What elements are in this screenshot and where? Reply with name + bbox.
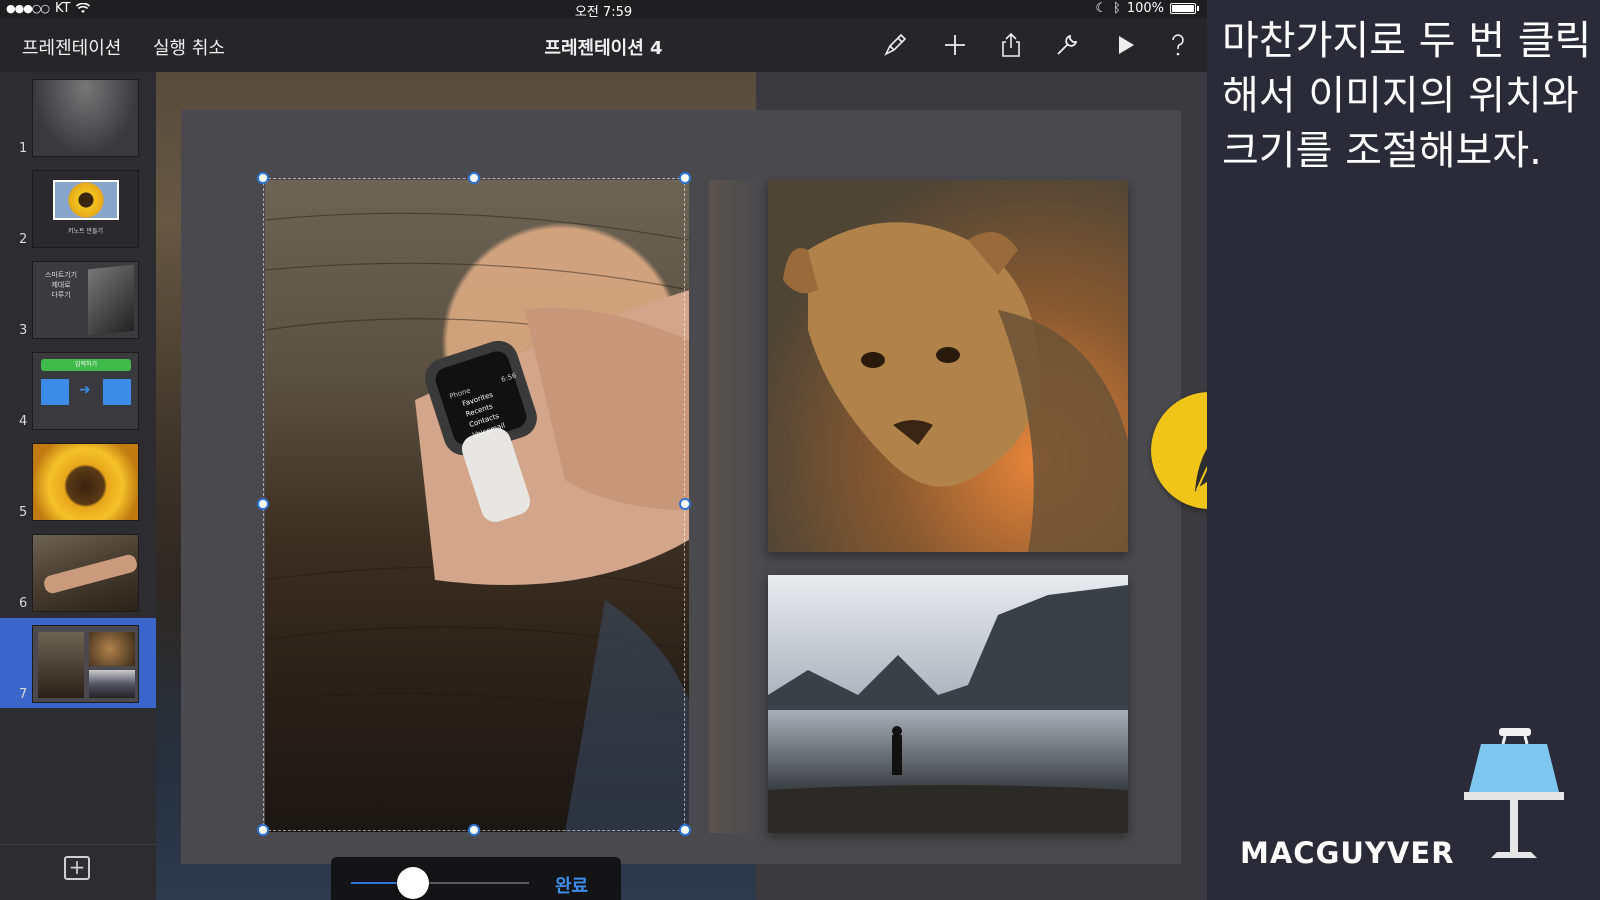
thumb-box-left — [41, 379, 69, 405]
slide-thumbnail-7[interactable]: 7 — [0, 618, 156, 708]
slide-thumbnail-6[interactable]: 6 — [0, 527, 156, 617]
resize-handle-bottom-right[interactable] — [679, 824, 691, 836]
arrow-icon: ➜ — [79, 382, 91, 398]
thumb-image — [32, 79, 139, 157]
slide-thumbnail-4[interactable]: 입력하기 ➜ 4 — [0, 345, 156, 435]
format-brush-icon[interactable] — [880, 30, 910, 60]
presentations-button[interactable]: 프레젠테이션 — [22, 34, 121, 60]
slider-track — [413, 882, 529, 884]
divider — [0, 844, 156, 845]
slide-number: 2 — [19, 232, 28, 247]
slide-number: 7 — [19, 687, 28, 702]
thumb-caption: 입력하기 — [41, 359, 131, 371]
slide-number: 5 — [19, 505, 28, 520]
brand-name: MACGUYVER — [1240, 836, 1455, 870]
undo-button[interactable]: 실행 취소 — [153, 34, 225, 60]
done-button[interactable]: 완료 — [555, 872, 588, 898]
toolbar: 프레젠테이션 실행 취소 프레젠테이션 4 — [0, 18, 1207, 72]
image-ghost-edge — [709, 180, 769, 833]
share-icon[interactable] — [996, 30, 1026, 60]
lion-image — [768, 180, 1128, 552]
slide-thumbnail-5[interactable]: 5 — [0, 436, 156, 526]
thumb-caption: 스마트기기 제대로 다루기 — [44, 271, 78, 299]
slide-thumbnail-2[interactable]: 키노트 만들기 2 — [0, 163, 156, 253]
sunflower-thumb — [32, 443, 139, 521]
battery-percent: 100% — [1126, 1, 1164, 16]
sunflower-image — [53, 180, 119, 220]
thumb-caption: 키노트 만들기 — [67, 228, 104, 235]
slide-number: 6 — [19, 596, 28, 611]
add-slide-button[interactable]: + — [64, 856, 90, 880]
slide[interactable]: Phone 6:56 Favorites Recents Contacts Voi… — [181, 110, 1181, 900]
tutorial-panel: 마찬가지로 두 번 클릭해서 이미지의 위치와 크기를 조절해보자. MACGU… — [1207, 0, 1600, 900]
arm-shape — [42, 553, 138, 595]
resize-handle-right[interactable] — [679, 498, 691, 510]
watch-thumb — [32, 534, 139, 612]
slide-thumbnail-1[interactable]: 1 — [0, 72, 156, 162]
bluetooth-icon: ᛒ — [1113, 1, 1121, 16]
collage-thumb — [32, 625, 139, 703]
help-icon[interactable] — [1163, 30, 1193, 60]
tutorial-caption: 마찬가지로 두 번 클릭해서 이미지의 위치와 크기를 조절해보자. — [1222, 18, 1592, 174]
tablet-image — [88, 264, 134, 336]
resize-handle-top-left[interactable] — [257, 172, 269, 184]
resize-handle-bottom[interactable] — [468, 824, 480, 836]
slide-number: 4 — [19, 414, 28, 429]
moon-icon: ☾ — [1095, 1, 1108, 16]
lake-photo[interactable] — [768, 575, 1128, 833]
resize-handle-left[interactable] — [257, 498, 269, 510]
play-icon[interactable] — [1110, 30, 1140, 60]
wrench-icon[interactable] — [1052, 30, 1082, 60]
slide-thumbnail-3[interactable]: 스마트기기 제대로 다루기 3 — [0, 254, 156, 344]
slide-canvas[interactable]: Phone 6:56 Favorites Recents Contacts Voi… — [156, 72, 1207, 900]
ipad-screen: ●●●○○ KT 오전 7:59 ☾ ᛒ 100% 프레젠테이션 실행 취소 프… — [0, 0, 1207, 900]
mask-scale-bar: 완료 — [331, 857, 621, 900]
slide-number: 1 — [19, 141, 28, 156]
resize-handle-bottom-left[interactable] — [257, 824, 269, 836]
scale-slider-knob[interactable] — [397, 867, 430, 899]
resize-handle-top-right[interactable] — [679, 172, 691, 184]
selection-box — [263, 178, 685, 831]
resize-handle-top[interactable] — [468, 172, 480, 184]
add-icon[interactable] — [940, 30, 970, 60]
keynote-logo-icon — [1464, 728, 1564, 858]
battery-icon — [1170, 3, 1196, 14]
slide-navigator: 1 키노트 만들기 2 스마트기기 제대로 다루기 3 입력하기 ➜ 4 5 6… — [0, 72, 156, 900]
lake-image — [768, 575, 1128, 833]
thumb-image: 스마트기기 제대로 다루기 — [32, 261, 139, 339]
thumb-image: 키노트 만들기 — [32, 170, 139, 248]
status-bar: ●●●○○ KT 오전 7:59 ☾ ᛒ 100% — [0, 0, 1207, 20]
thumb-image: 입력하기 ➜ — [32, 352, 139, 430]
slide-number: 3 — [19, 323, 28, 338]
thumb-box-right — [103, 379, 131, 405]
lion-photo[interactable] — [768, 180, 1128, 552]
